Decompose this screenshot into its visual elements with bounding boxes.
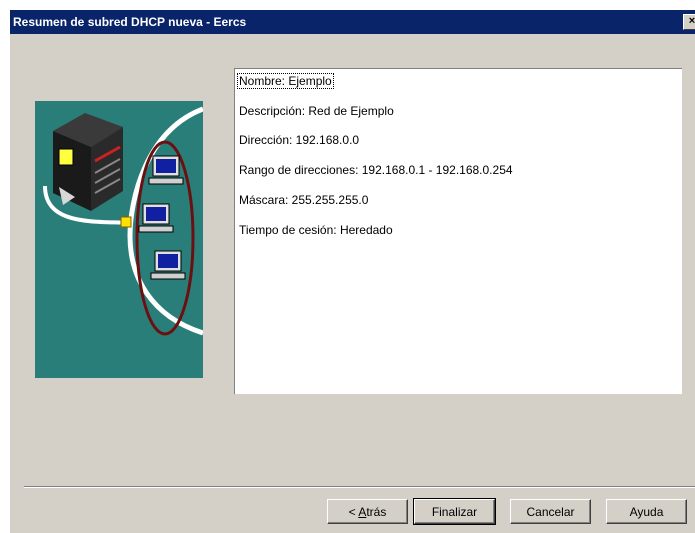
summary-line-range: Rango de direcciones: 192.168.0.1 - 192.… bbox=[239, 163, 513, 177]
close-icon: × bbox=[688, 15, 695, 27]
summary-line-mask: Máscara: 255.255.255.0 bbox=[239, 193, 369, 207]
computer-icon bbox=[148, 155, 184, 185]
cable-connector bbox=[120, 216, 132, 228]
dialog-window: Resumen de subred DHCP nueva - Eercs × N… bbox=[10, 10, 695, 533]
finish-button[interactable]: Finalizar bbox=[413, 498, 496, 525]
summary-line-lease: Tiempo de cesión: Heredado bbox=[239, 223, 393, 237]
server-icon bbox=[53, 113, 123, 211]
help-label: Ayuda bbox=[629, 505, 664, 519]
title-bar[interactable]: Resumen de subred DHCP nueva - Eercs × bbox=[10, 10, 695, 34]
back-label-prefix: < bbox=[348, 505, 359, 519]
back-button[interactable]: < Atrás bbox=[327, 499, 408, 524]
computer-icon bbox=[138, 203, 174, 233]
network-illustration bbox=[35, 101, 203, 378]
summary-line-name: Nombre: Ejemplo bbox=[237, 73, 334, 89]
network-diagram-image bbox=[43, 106, 203, 336]
computer-icon bbox=[150, 250, 186, 280]
summary-textbox[interactable]: Nombre: Ejemplo Descripción: Red de Ejem… bbox=[234, 68, 682, 394]
back-label-rest: trás bbox=[366, 505, 387, 519]
finish-label: Finalizar bbox=[431, 505, 478, 519]
cancel-label: Cancelar bbox=[526, 505, 575, 519]
separator-highlight bbox=[24, 487, 695, 488]
close-button[interactable]: × bbox=[683, 14, 695, 30]
window-title: Resumen de subred DHCP nueva - Eercs bbox=[13, 15, 247, 29]
help-button[interactable]: Ayuda bbox=[606, 499, 687, 524]
summary-line-address: Dirección: 192.168.0.0 bbox=[239, 133, 360, 147]
cancel-button[interactable]: Cancelar bbox=[510, 499, 591, 524]
summary-line-description: Descripción: Red de Ejemplo bbox=[239, 104, 394, 118]
